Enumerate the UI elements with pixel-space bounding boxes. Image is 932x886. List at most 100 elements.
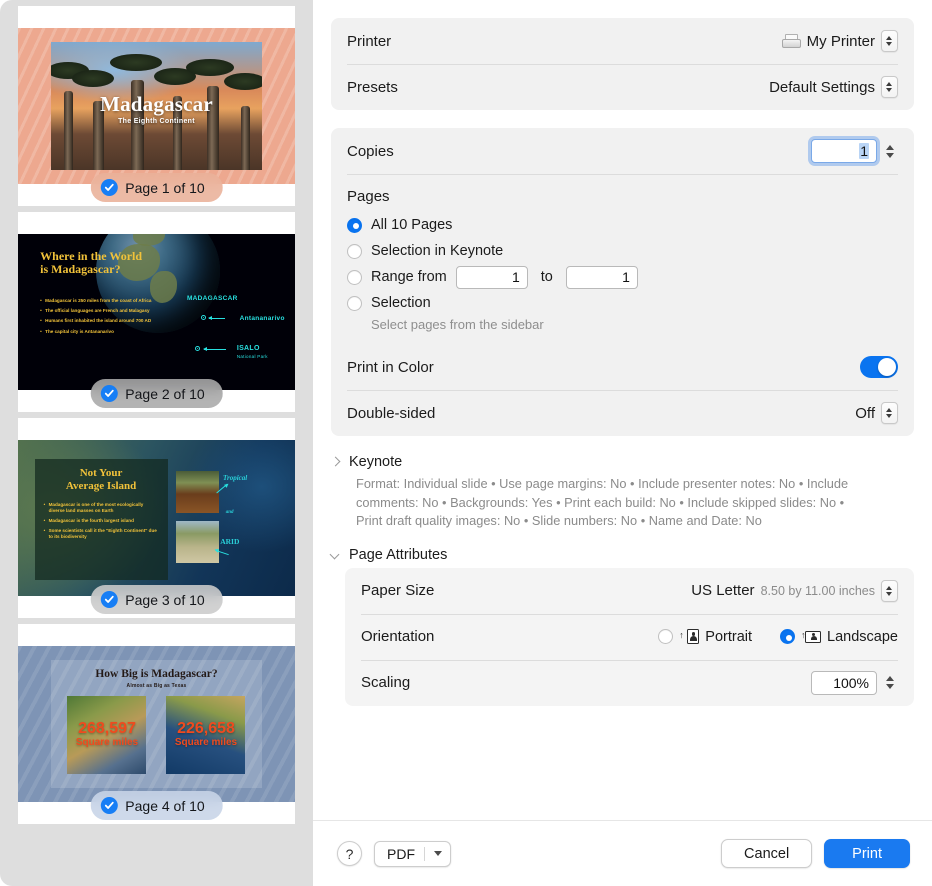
print-options-panel: Printer My Printer Presets Default Setti… (313, 0, 932, 886)
chevron-down-icon[interactable] (434, 851, 442, 856)
thumbnail-card-page-2[interactable]: Where in the World is Madagascar? Madaga… (18, 212, 295, 412)
thumbnail-card-page-3[interactable]: Not Your Average Island Madagascar is on… (18, 418, 295, 618)
radio-all-pages[interactable] (347, 217, 362, 233)
pages-option-selection[interactable]: Selection (347, 290, 898, 316)
chevron-updown-icon[interactable] (881, 402, 898, 424)
print-in-color-row[interactable]: Print in Color (347, 344, 898, 390)
page-badge-label-2: Page 2 of 10 (125, 385, 205, 402)
pages-option-selection-in-app[interactable]: Selection in Keynote (347, 238, 898, 264)
checkmark-icon (100, 385, 118, 402)
thumbnail-card-page-4[interactable]: How Big is Madagascar? Almost as Big as … (18, 624, 295, 824)
slide-4-stat-number-1: 268,597 (78, 720, 136, 738)
print-options-scroll[interactable]: Printer My Printer Presets Default Setti… (313, 0, 932, 820)
keynote-section-summary: Format: Individual slide • Use page marg… (356, 476, 849, 529)
slide-4-stat-unit-2: Square miles (174, 737, 238, 749)
page-badge-label-4: Page 4 of 10 (125, 797, 205, 814)
presets-row[interactable]: Presets Default Settings (347, 64, 898, 110)
keynote-section: Keynote Format: Individual slide • Use p… (331, 454, 914, 531)
slide-4-subtitle: Almost as Big as Texas (126, 683, 187, 690)
paper-size-dimensions: 8.50 by 11.00 inches (760, 583, 875, 598)
orientation-landscape-option[interactable]: ↑ Landscape (780, 628, 898, 645)
scaling-row[interactable]: Scaling 100% (361, 659, 898, 706)
radio-landscape[interactable] (780, 629, 796, 645)
list-item: Madagascar is the fourth largest island (44, 518, 159, 524)
pages-label: Pages (347, 188, 390, 205)
landscape-page-icon: ↑ (801, 628, 822, 645)
radio-portrait[interactable] (658, 629, 674, 645)
slide-preview-2: Where in the World is Madagascar? Madaga… (18, 234, 295, 390)
scaling-label: Scaling (361, 674, 411, 692)
double-sided-value: Off (855, 404, 875, 422)
keynote-section-title: Keynote (349, 454, 403, 470)
thumbnail-card-page-1[interactable]: Madagascar The Eighth Continent Page 1 o… (18, 6, 295, 206)
pages-option-range-label: Range from (371, 269, 447, 285)
page-attributes-header[interactable]: Page Attributes (331, 547, 914, 563)
pages-option-range[interactable]: Range from 1 to 1 (347, 264, 898, 290)
slide-1-text: Madagascar The Eighth Continent (18, 91, 295, 127)
page-badge-label-3: Page 3 of 10 (125, 591, 205, 608)
chevron-down-icon[interactable] (331, 550, 340, 559)
selection-hint: Select pages from the sidebar (371, 317, 544, 332)
copies-input[interactable]: 1 (811, 139, 877, 163)
paper-size-value: US Letter (691, 582, 755, 600)
range-to-value: 1 (622, 269, 630, 285)
printer-row[interactable]: Printer My Printer (347, 18, 898, 64)
slide-2-label-park: ISALO National Park (236, 344, 268, 359)
chevron-updown-icon[interactable] (881, 30, 898, 52)
scaling-value: 100% (833, 674, 869, 691)
pages-option-all-label: All 10 Pages (371, 217, 453, 233)
radio-range[interactable] (347, 269, 362, 285)
orientation-row[interactable]: Orientation ↑ Portrait ↑ Landscape (361, 613, 898, 660)
range-to-input[interactable]: 1 (565, 265, 638, 289)
radio-selection-in-keynote[interactable] (347, 243, 362, 259)
copies-pages-group: Copies 1 Pages All 10 Pages Selection in… (331, 128, 914, 436)
printer-value: My Printer (806, 32, 875, 50)
slide-3-bullets: Madagascar is one of the most ecological… (44, 502, 159, 541)
print-in-color-label: Print in Color (347, 358, 434, 376)
pages-option-all[interactable]: All 10 Pages (347, 212, 898, 238)
print-in-color-toggle[interactable] (860, 356, 898, 378)
page-attributes-section: Page Attributes Paper Size US Letter 8.5… (331, 547, 914, 706)
page-badge-4[interactable]: Page 4 of 10 (90, 791, 223, 820)
page-badge-3[interactable]: Page 3 of 10 (90, 585, 223, 614)
checkmark-icon (100, 179, 118, 196)
copies-value: 1 (859, 143, 869, 159)
page-thumbnail-sidebar[interactable]: Madagascar The Eighth Continent Page 1 o… (0, 0, 313, 886)
range-from-input[interactable]: 1 (455, 265, 528, 289)
double-sided-label: Double-sided (347, 404, 436, 422)
keynote-section-header[interactable]: Keynote (331, 454, 914, 470)
slide-1-subtitle: The Eighth Continent (118, 118, 195, 126)
copies-row[interactable]: Copies 1 (347, 128, 898, 174)
list-item: Madagascar is one of the most ecological… (44, 502, 159, 514)
slide-3-note-arid: ARID (220, 536, 240, 546)
slide-3-textpanel: Not Your Average Island Madagascar is on… (34, 458, 168, 581)
orientation-portrait-option[interactable]: ↑ Portrait (658, 628, 752, 645)
slide-3-photo-arid (175, 521, 219, 564)
print-button[interactable]: Print (824, 839, 910, 868)
slide-4-texas-map: 268,597 Square miles (67, 695, 147, 774)
slide-4-comparison: 268,597 Square miles 226,658 Square mile… (51, 695, 262, 774)
scaling-stepper[interactable] (883, 671, 898, 695)
help-button[interactable]: ? (337, 841, 362, 866)
page-badge-1[interactable]: Page 1 of 10 (90, 173, 223, 202)
double-sided-row[interactable]: Double-sided Off (347, 390, 898, 436)
cancel-button[interactable]: Cancel (721, 839, 813, 868)
scroll-fade (331, 804, 914, 820)
slide-4-madagascar-map: 226,658 Square miles (166, 695, 246, 774)
paper-size-row[interactable]: Paper Size US Letter 8.50 by 11.00 inche… (361, 568, 898, 614)
presets-label: Presets (347, 78, 398, 96)
page-badge-2[interactable]: Page 2 of 10 (90, 379, 223, 408)
slide-4-panel: How Big is Madagascar? Almost as Big as … (51, 660, 262, 788)
chevron-right-icon[interactable] (331, 458, 340, 467)
page-attributes-group: Paper Size US Letter 8.50 by 11.00 inche… (345, 567, 914, 706)
radio-selection[interactable] (347, 295, 362, 311)
scaling-input[interactable]: 100% (811, 670, 877, 695)
slide-2-bullets: Madagascar is 250 miles from the coast o… (40, 298, 173, 339)
chevron-updown-icon[interactable] (881, 76, 898, 98)
copies-stepper[interactable] (883, 139, 898, 163)
pages-block: Pages All 10 Pages Selection in Keynote … (347, 174, 898, 344)
orientation-label: Orientation (361, 628, 435, 646)
chevron-updown-icon[interactable] (881, 579, 898, 602)
slide-preview-3: Not Your Average Island Madagascar is on… (18, 440, 295, 596)
pdf-button[interactable]: PDF (374, 840, 451, 867)
